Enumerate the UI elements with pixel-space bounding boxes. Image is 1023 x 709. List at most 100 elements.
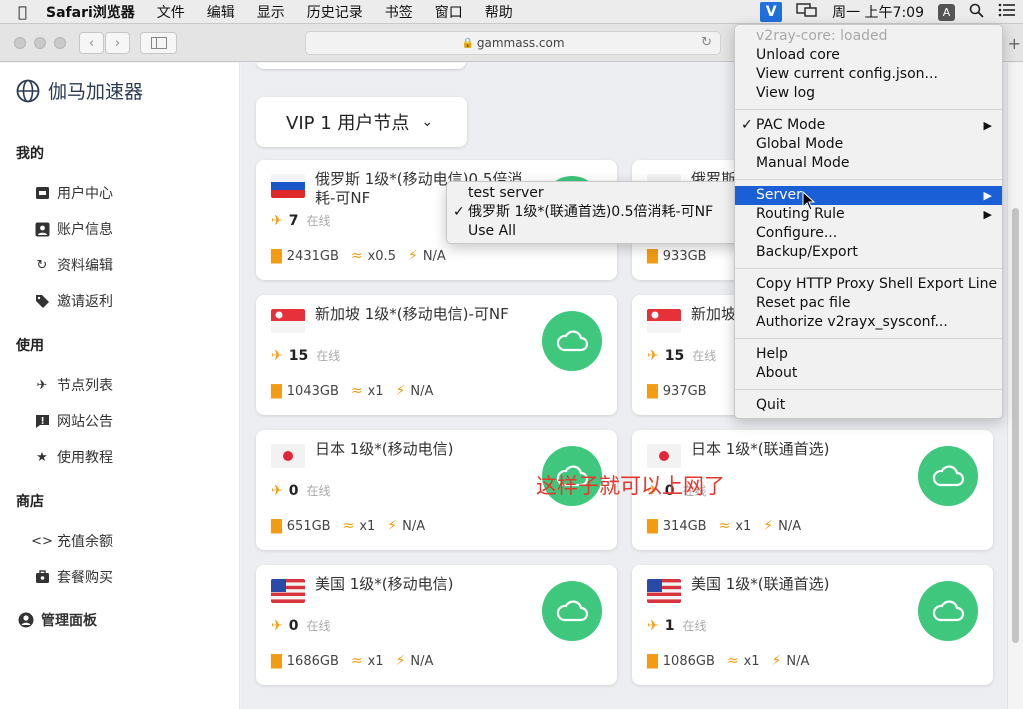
menu-item-global-mode[interactable]: Global Mode xyxy=(735,135,1002,154)
briefcase-icon xyxy=(34,569,50,585)
spotlight-search-icon[interactable] xyxy=(969,3,984,22)
menu-item-view-config[interactable]: View current config.json... xyxy=(735,65,1002,84)
bar-chart-icon: ▇ xyxy=(271,653,282,669)
menu-item-reset-pac[interactable]: Reset pac file xyxy=(735,294,1002,313)
menu-separator xyxy=(735,268,1002,269)
sidebar-item-recharge[interactable]: <> 充值余额 xyxy=(31,531,113,551)
apple-icon[interactable]:  xyxy=(0,3,35,21)
menu-item-backup-export[interactable]: Backup/Export xyxy=(735,243,1002,262)
menu-item-help[interactable]: Help xyxy=(735,345,1002,364)
menu-item-unload-core[interactable]: Unload core xyxy=(735,46,1002,65)
menu-app-name[interactable]: Safari浏览器 xyxy=(35,2,146,22)
node-stats: ▇ 1043GB ≈ x1 ⚡ N/A xyxy=(271,383,433,399)
zoom-window-button[interactable] xyxy=(54,37,66,49)
menu-window[interactable]: 窗口 xyxy=(424,2,474,22)
sidebar-item-announcements[interactable]: 网站公告 xyxy=(34,411,113,431)
sidebar-item-label: 管理面板 xyxy=(41,613,97,629)
sidebar-item-user-center[interactable]: 用户中心 xyxy=(34,183,113,203)
id-card-icon xyxy=(34,185,50,201)
menu-item-configure[interactable]: Configure... xyxy=(735,224,1002,243)
status-value: N/A xyxy=(786,653,810,669)
menu-file[interactable]: 文件 xyxy=(146,2,196,22)
notification-center-icon[interactable] xyxy=(998,3,1016,21)
scrollbar-thumb[interactable] xyxy=(1012,208,1019,643)
menu-bookmarks[interactable]: 书签 xyxy=(374,2,424,22)
address-bar[interactable]: 🔒 gammass.com ↻ xyxy=(305,31,721,55)
bar-chart-icon: ▇ xyxy=(271,518,282,534)
sidebar-toggle-button[interactable] xyxy=(140,32,177,54)
clock[interactable]: 周一 上午7:09 xyxy=(832,2,924,22)
minimize-window-button[interactable] xyxy=(34,37,46,49)
online-label: 在线 xyxy=(306,619,331,633)
bolt-icon: ⚡ xyxy=(387,518,398,534)
back-button[interactable]: ‹ xyxy=(79,32,104,54)
rate-value: x1 xyxy=(367,383,384,399)
v2rayx-status-icon[interactable]: V xyxy=(760,2,783,22)
bar-chart-icon: ▇ xyxy=(647,383,658,399)
submenu-item-russia-unicom[interactable]: ✓ 俄罗斯 1级*(联通首选)0.5倍消耗-可NF xyxy=(447,203,762,222)
menu-view[interactable]: 显示 xyxy=(246,2,296,22)
menu-item-label: View current config.json... xyxy=(756,66,938,82)
menu-item-routing-rule[interactable]: Routing Rule ▶ xyxy=(735,205,1002,224)
sidebar-item-account-info[interactable]: 账户信息 xyxy=(34,219,113,239)
tag-icon xyxy=(34,293,50,309)
sidebar-item-profile-edit[interactable]: ↻ 资料编辑 xyxy=(34,255,113,275)
node-card[interactable]: 美国 1级*(联通首选) ✈ 1 在线 ▇ 1086GB ≈ x1 ⚡ N/A xyxy=(632,565,993,685)
bolt-icon: ⚡ xyxy=(771,653,782,669)
input-method-icon[interactable]: A xyxy=(938,3,955,21)
submenu-item-use-all[interactable]: Use All xyxy=(447,222,762,241)
menu-item-quit[interactable]: Quit xyxy=(735,396,1002,415)
close-window-button[interactable] xyxy=(14,37,26,49)
forward-button[interactable]: › xyxy=(105,32,130,54)
menu-history[interactable]: 历史记录 xyxy=(296,2,374,22)
sidebar-item-label: 充值余额 xyxy=(57,534,113,550)
sidebar-item-node-list[interactable]: ✈ 节点列表 xyxy=(34,375,113,395)
mouse-pointer-icon xyxy=(802,191,815,211)
online-label: 在线 xyxy=(306,484,331,498)
sidebar-item-label: 节点列表 xyxy=(57,378,113,394)
node-card[interactable]: 美国 1级*(移动电信) ✈ 0 在线 ▇ 1686GB ≈ x1 ⚡ N/A xyxy=(256,565,617,685)
section-title-shop: 商店 xyxy=(16,494,44,510)
menu-item-copy-proxy[interactable]: Copy HTTP Proxy Shell Export Line xyxy=(735,275,1002,294)
online-count: ✈ 7 在线 xyxy=(271,212,331,229)
flag-sg-icon xyxy=(271,309,305,333)
menu-edit[interactable]: 编辑 xyxy=(196,2,246,22)
connect-cloud-button[interactable] xyxy=(918,581,978,641)
sidebar-item-tutorial[interactable]: ★ 使用教程 xyxy=(34,447,113,467)
submenu-item-test-server[interactable]: test server xyxy=(447,184,762,203)
brand[interactable]: 伽马加速器 xyxy=(16,77,143,104)
user-circle-icon xyxy=(18,612,34,628)
rate-value: x1 xyxy=(359,518,376,534)
bolt-icon: ⚡ xyxy=(763,518,774,534)
sidebar-item-plans[interactable]: 套餐购买 xyxy=(34,567,113,587)
alert-message-icon xyxy=(34,413,50,429)
menu-item-view-log[interactable]: View log xyxy=(735,84,1002,103)
connect-cloud-button[interactable] xyxy=(542,311,602,371)
menu-item-label: View log xyxy=(756,85,816,101)
connect-cloud-button[interactable] xyxy=(918,446,978,506)
menu-item-pac-mode[interactable]: ✓ PAC Mode ▶ xyxy=(735,116,1002,135)
node-name: 日本 1级*(移动电信) xyxy=(315,440,454,458)
screen-mirror-icon[interactable] xyxy=(796,2,818,22)
online-label: 在线 xyxy=(692,349,717,363)
online-number: 1 xyxy=(664,617,675,634)
node-name: 美国 1级*(移动电信) xyxy=(315,575,454,593)
sidebar-item-invite[interactable]: 邀请返利 xyxy=(34,291,113,311)
menu-item-manual-mode[interactable]: Manual Mode xyxy=(735,154,1002,173)
menu-item-about[interactable]: About xyxy=(735,364,1002,383)
menu-item-server[interactable]: Server ▶ xyxy=(735,186,1002,205)
node-group-dropdown[interactable]: VIP 1 用户节点 ⌄ xyxy=(256,97,467,147)
menu-separator xyxy=(735,109,1002,110)
online-number: 0 xyxy=(288,617,299,634)
menu-item-authorize[interactable]: Authorize v2rayx_sysconf... xyxy=(735,313,1002,332)
node-card[interactable]: 新加坡 1级*(移动电信)-可NF ✈ 15 在线 ▇ 1043GB ≈ x1 ⚡ N/A xyxy=(256,295,617,415)
menu-item-label: Backup/Export xyxy=(756,244,858,260)
new-tab-icon[interactable]: + xyxy=(1008,34,1021,53)
menu-help[interactable]: 帮助 xyxy=(474,2,524,22)
connect-cloud-button[interactable] xyxy=(542,581,602,641)
sidebar-item-admin[interactable]: 管理面板 xyxy=(18,610,97,630)
server-submenu: test server ✓ 俄罗斯 1级*(联通首选)0.5倍消耗-可NF Use… xyxy=(446,181,763,244)
traffic-value: 1086GB xyxy=(662,653,715,669)
reload-icon[interactable]: ↻ xyxy=(701,35,712,50)
scrollbar[interactable] xyxy=(1007,63,1023,709)
